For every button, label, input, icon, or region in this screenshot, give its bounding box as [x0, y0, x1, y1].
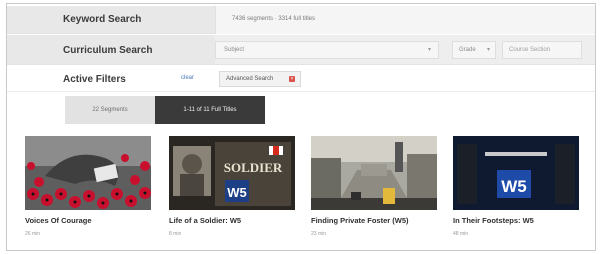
- subject-select-value: Subject: [224, 47, 245, 53]
- video-title[interactable]: Finding Private Foster (W5): [311, 216, 409, 225]
- thumbnail-title-text: SOLDIER: [224, 160, 283, 175]
- active-filters-row: Active Filters clear Advanced Search ×: [7, 66, 595, 92]
- video-thumbnail[interactable]: W5: [453, 136, 579, 210]
- subject-select[interactable]: Subject ▾: [215, 41, 439, 59]
- video-card[interactable]: SOLDIER W5 Life of a Soldier: W5 8 min: [169, 136, 297, 246]
- remove-filter-icon[interactable]: ×: [289, 76, 295, 82]
- grade-select-value: Grade: [459, 47, 476, 53]
- active-filters-label: Active Filters: [63, 74, 126, 85]
- active-filter-chip: Advanced Search ×: [219, 71, 301, 87]
- video-duration: 48 min: [453, 231, 469, 237]
- tab-segments[interactable]: 22 Segments: [65, 96, 155, 124]
- result-tabs: 22 Segments 1-11 of 11 Full Titles: [65, 96, 265, 124]
- keyword-search-row: Keyword Search 7436 segments · 3314 full…: [7, 6, 595, 34]
- keyword-search-input[interactable]: 7436 segments · 3314 full titles: [215, 6, 595, 34]
- video-card[interactable]: Finding Private Foster (W5) 23 min: [311, 136, 439, 246]
- video-duration: 23 min: [311, 231, 327, 237]
- video-title[interactable]: Life of a Soldier: W5: [169, 216, 241, 225]
- video-thumbnail[interactable]: [311, 136, 437, 210]
- chevron-down-icon: ▾: [427, 47, 431, 53]
- results-grid: Voices Of Courage 26 min SOLDIER W5 Life…: [25, 136, 593, 248]
- video-thumbnail[interactable]: [25, 136, 151, 210]
- grade-select[interactable]: Grade ▾: [452, 41, 496, 59]
- video-thumbnail[interactable]: SOLDIER W5: [169, 136, 295, 210]
- video-duration: 8 min: [169, 231, 182, 237]
- course-section-input[interactable]: Course Section: [502, 41, 582, 59]
- search-panel: Keyword Search 7436 segments · 3314 full…: [6, 3, 596, 251]
- keyword-search-label: Keyword Search: [63, 14, 142, 25]
- w5-logo-text: W5: [501, 177, 527, 196]
- video-card[interactable]: Voices Of Courage 26 min: [25, 136, 153, 246]
- active-filter-chip-label: Advanced Search: [226, 76, 274, 82]
- chevron-down-icon: ▾: [486, 47, 490, 53]
- clear-filters-link[interactable]: clear: [181, 75, 194, 81]
- video-duration: 26 min: [25, 231, 41, 237]
- video-title[interactable]: In Their Footsteps: W5: [453, 216, 534, 225]
- w5-logo-text: W5: [227, 185, 247, 200]
- video-title[interactable]: Voices Of Courage: [25, 216, 92, 225]
- video-card[interactable]: W5 In Their Footsteps: W5 48 min: [453, 136, 581, 246]
- curriculum-search-label: Curriculum Search: [63, 45, 153, 56]
- curriculum-search-row: Curriculum Search Subject ▾ Grade ▾ Cour…: [7, 35, 595, 65]
- tab-full-titles[interactable]: 1-11 of 11 Full Titles: [155, 96, 265, 124]
